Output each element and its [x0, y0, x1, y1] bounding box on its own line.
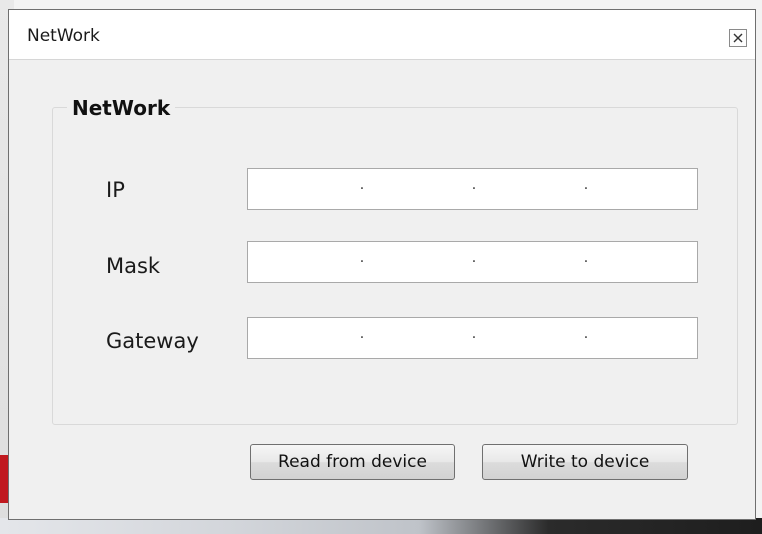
mask-octet-separator: · [583, 254, 589, 270]
ip-input[interactable]: · · · [247, 168, 698, 210]
gateway-octet-separator: · [471, 330, 477, 346]
network-dialog: NetWork NetWork IP · · · Mask · · · Gate… [8, 9, 756, 520]
ip-octet-separator: · [471, 181, 477, 197]
background-taskbar-edge [0, 518, 762, 534]
window-title: NetWork [27, 26, 100, 46]
mask-label: Mask [106, 254, 161, 278]
mask-input[interactable]: · · · [247, 241, 698, 283]
gateway-input[interactable]: · · · [247, 317, 698, 359]
gateway-label: Gateway [106, 329, 199, 353]
desktop-background: NetWork NetWork IP · · · Mask · · · Gate… [0, 0, 762, 534]
ip-octet-separator: · [359, 181, 365, 197]
gateway-octet-separator: · [583, 330, 589, 346]
mask-octet-separator: · [359, 254, 365, 270]
mask-octet-separator: · [471, 254, 477, 270]
read-from-device-button[interactable]: Read from device [250, 444, 455, 480]
close-button[interactable] [729, 29, 747, 47]
close-icon [733, 33, 743, 43]
write-to-device-button[interactable]: Write to device [482, 444, 688, 480]
ip-label: IP [106, 178, 125, 202]
title-bar[interactable]: NetWork [9, 10, 755, 60]
gateway-octet-separator: · [359, 330, 365, 346]
ip-octet-separator: · [583, 181, 589, 197]
groupbox-title: NetWork [67, 96, 176, 120]
